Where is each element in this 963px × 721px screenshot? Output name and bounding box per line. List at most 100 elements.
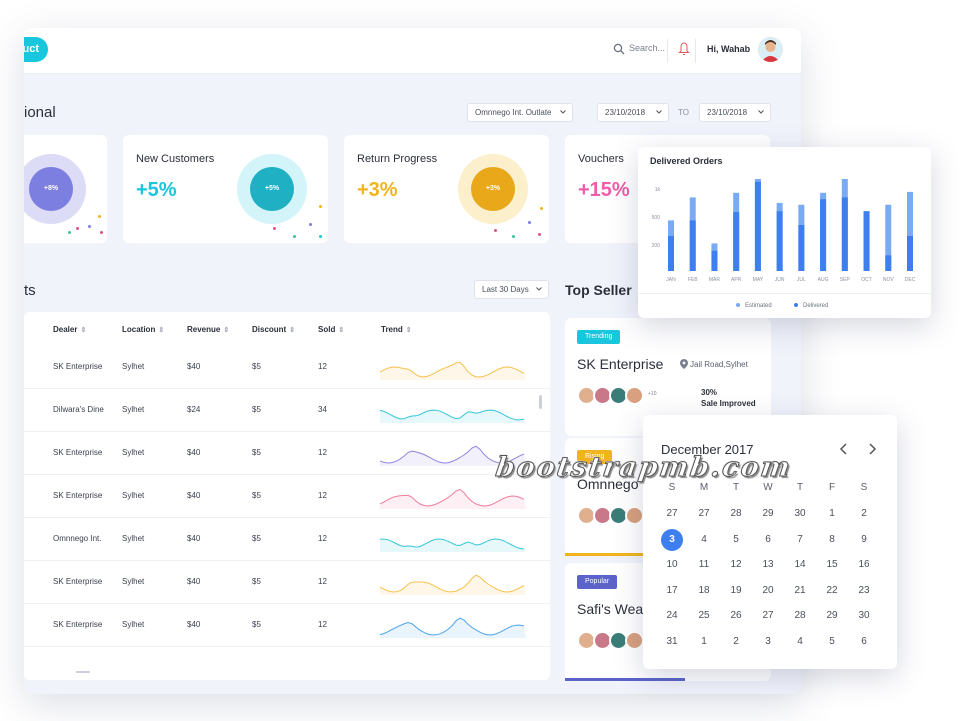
table-row[interactable]: SK Enterprise Sylhet $40 $5 12 <box>24 604 550 647</box>
chevron-right-icon[interactable] <box>865 442 879 456</box>
bar-delivered-nov[interactable] <box>885 255 892 271</box>
column-header-revenue[interactable]: Revenue ⇕ <box>187 325 229 334</box>
stat-card[interactable]: +8% <box>24 135 107 243</box>
calendar-day[interactable]: 17 <box>661 580 683 602</box>
calendar-day[interactable]: 6 <box>757 529 779 551</box>
bar-delivered-aug[interactable] <box>820 199 827 271</box>
chevron-left-icon[interactable] <box>837 442 851 456</box>
calendar-day[interactable]: 19 <box>725 580 747 602</box>
calendar-day[interactable]: 3 <box>757 631 779 653</box>
calendar-day[interactable]: 29 <box>821 605 843 627</box>
date-range-value: Last 30 Days <box>482 285 529 294</box>
column-header-trend[interactable]: Trend ⇕ <box>381 325 412 334</box>
sort-icon: ⇕ <box>289 327 296 334</box>
calendar-day[interactable]: 16 <box>853 554 875 576</box>
date-range-select[interactable]: Last 30 Days <box>474 280 549 299</box>
calendar-day[interactable]: 2 <box>725 631 747 653</box>
delivered-orders-chart: Delivered Orders 1k 500 200 JAN FEB MAR APR MAY… <box>638 147 931 318</box>
calendar-day[interactable]: 15 <box>821 554 843 576</box>
avatar <box>625 631 644 650</box>
to-label: TO <box>678 108 689 117</box>
table-row[interactable]: Omnnego Int. Sylhet $40 $5 12 <box>24 518 550 561</box>
bar-delivered-feb[interactable] <box>689 220 696 271</box>
column-header-discount[interactable]: Discount ⇕ <box>252 325 295 334</box>
calendar-day[interactable]: 29 <box>757 503 779 525</box>
bar-delivered-mar[interactable] <box>711 250 718 271</box>
calendar-day[interactable]: 1 <box>821 503 843 525</box>
calendar-day[interactable]: 4 <box>693 529 715 551</box>
trend-sparkline <box>380 617 526 638</box>
calendar-day-selected[interactable]: 3 <box>661 528 683 551</box>
stat-value: +3% <box>357 179 398 201</box>
bar-delivered-jun[interactable] <box>776 211 783 271</box>
confetti-dot <box>100 231 103 234</box>
calendar-day[interactable]: 13 <box>757 554 779 576</box>
calendar-day[interactable]: 28 <box>789 605 811 627</box>
search-icon[interactable] <box>613 43 625 55</box>
calendar-day[interactable]: 28 <box>725 503 747 525</box>
table-row[interactable]: SK Enterprise Sylhet $40 $5 12 <box>24 561 550 604</box>
bar-delivered-may[interactable] <box>754 181 761 271</box>
calendar-day[interactable]: 2 <box>853 503 875 525</box>
cell-revenue: $40 <box>187 577 201 586</box>
column-header-sold[interactable]: Sold ⇕ <box>318 325 344 334</box>
column-header-label: Revenue <box>187 325 221 334</box>
column-header-dealer[interactable]: Dealer ⇕ <box>53 325 86 334</box>
calendar-day[interactable]: 5 <box>821 631 843 653</box>
stat-card-new-customers[interactable]: New Customers +5% +5% <box>123 135 328 243</box>
calendar-day[interactable]: 8 <box>821 529 843 551</box>
vertical-scrollbar[interactable] <box>539 395 542 409</box>
calendar-day[interactable]: 6 <box>853 631 875 653</box>
bar-delivered-dec[interactable] <box>907 236 913 271</box>
add-product-button[interactable]: uct <box>24 37 48 62</box>
avatar[interactable] <box>758 37 783 62</box>
table-row[interactable]: SK Enterprise Sylhet $40 $5 12 <box>24 346 550 389</box>
trend-sparkline <box>380 361 526 380</box>
calendar-day[interactable]: 26 <box>725 605 747 627</box>
cell-sold: 12 <box>318 491 327 500</box>
calendar-day[interactable]: 27 <box>693 503 715 525</box>
stat-title: Return Progress <box>357 153 438 165</box>
search-input[interactable]: Search... <box>629 43 665 53</box>
calendar-day[interactable]: 11 <box>693 554 715 576</box>
calendar-day[interactable]: 31 <box>661 631 683 653</box>
bar-delivered-jan[interactable] <box>668 236 674 271</box>
bar-delivered-sep[interactable] <box>841 197 848 271</box>
calendar-day[interactable]: 24 <box>661 605 683 627</box>
calendar-day[interactable]: 20 <box>757 580 779 602</box>
calendar-day[interactable]: 5 <box>725 529 747 551</box>
calendar-day[interactable]: 27 <box>757 605 779 627</box>
bar-delivered-apr[interactable] <box>733 212 740 271</box>
calendar-day[interactable]: 14 <box>789 554 811 576</box>
table-row[interactable]: Dilwara's Dine Sylhet $24 $5 34 <box>24 389 550 432</box>
calendar-day[interactable]: 30 <box>789 503 811 525</box>
calendar-day[interactable]: 7 <box>789 529 811 551</box>
bar-delivered-oct[interactable] <box>863 211 870 271</box>
calendar-day[interactable]: 4 <box>789 631 811 653</box>
calendar-day[interactable]: 18 <box>693 580 715 602</box>
horizontal-scrollbar[interactable] <box>76 671 90 673</box>
column-header-location[interactable]: Location ⇕ <box>122 325 164 334</box>
calendar-day[interactable]: 9 <box>853 529 875 551</box>
calendar-day[interactable]: 22 <box>821 580 843 602</box>
calendar-day[interactable]: 27 <box>661 503 683 525</box>
sort-icon: ⇕ <box>405 327 412 334</box>
cell-sold: 12 <box>318 620 327 629</box>
bell-icon[interactable] <box>678 42 690 56</box>
calendar-day[interactable]: 30 <box>853 605 875 627</box>
date-from-select[interactable]: 23/10/2018 <box>597 103 669 122</box>
calendar-day[interactable]: 1 <box>693 631 715 653</box>
sparkline-area <box>380 410 526 423</box>
stat-card-return-progress[interactable]: Return Progress +3% +3% <box>344 135 549 243</box>
calendar-day[interactable]: 25 <box>693 605 715 627</box>
calendar-day[interactable]: 21 <box>789 580 811 602</box>
table-row[interactable]: SK Enterprise Sylhet $40 $5 12 <box>24 475 550 518</box>
column-header-label: Location <box>122 325 156 334</box>
calendar-day[interactable]: 10 <box>661 554 683 576</box>
calendar-day[interactable]: 23 <box>853 580 875 602</box>
calendar-day[interactable]: 12 <box>725 554 747 576</box>
outlet-select[interactable]: Omnnego Int. Outlate <box>467 103 573 122</box>
bar-delivered-jul[interactable] <box>798 225 805 271</box>
table-row[interactable]: SK Enterprise Sylhet $40 $5 12 <box>24 432 550 475</box>
date-to-select[interactable]: 23/10/2018 <box>699 103 771 122</box>
